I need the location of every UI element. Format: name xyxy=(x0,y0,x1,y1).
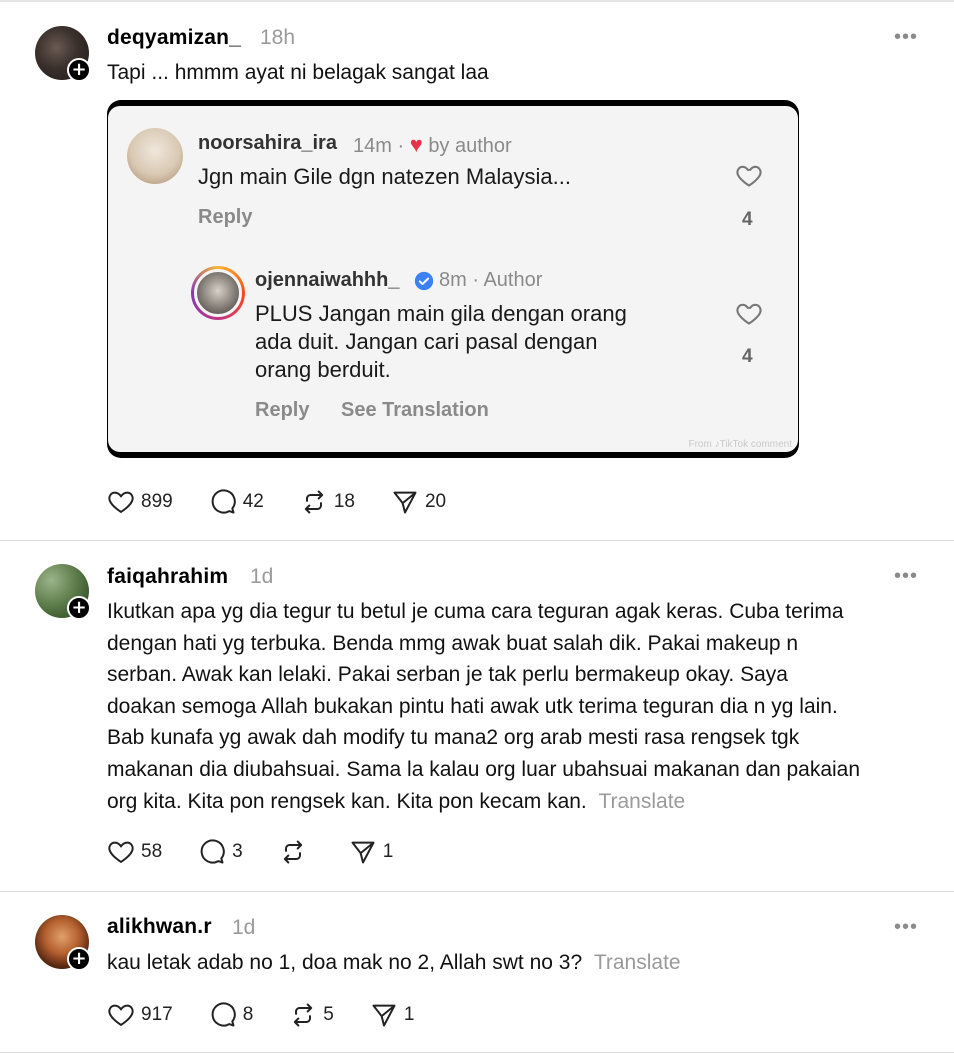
post-actions: 917 8 5 1 xyxy=(107,1000,450,1030)
follow-plus-icon[interactable]: + xyxy=(67,596,91,620)
post-text-line: serban. Awak kan lelaki. Pakai serban je… xyxy=(107,663,788,687)
commenter-avatar xyxy=(127,128,183,184)
reply-heart-icon xyxy=(736,303,762,325)
comment-time: 14m · xyxy=(353,135,405,157)
heart-icon xyxy=(108,491,134,514)
comment-count: 3 xyxy=(232,841,243,862)
comment-text: Jgn main Gile dgn natezen Malaysia... xyxy=(198,164,571,189)
comment-button[interactable]: 42 xyxy=(209,488,264,516)
comment-meta: 14m · ♥ by author xyxy=(353,132,512,158)
username[interactable]: deqyamizan_ xyxy=(107,26,241,50)
share-count: 20 xyxy=(424,491,447,512)
post-text-line: org kita. Kita pon rengsek kan. Kita pon… xyxy=(107,789,587,813)
like-button[interactable]: 899 xyxy=(107,488,173,516)
post-text-line: dengan hati yg terbuka. Benda mmg awak b… xyxy=(107,631,799,655)
comment-icon xyxy=(211,1002,236,1027)
liked-by-author-heart-icon: ♥ xyxy=(409,132,423,157)
comment-reply-link: Reply xyxy=(198,206,253,228)
like-button[interactable]: 58 xyxy=(107,838,162,866)
liked-by-author-label: by author xyxy=(428,135,512,157)
more-options-icon[interactable]: ••• xyxy=(894,27,918,47)
more-options-icon[interactable]: ••• xyxy=(894,566,918,586)
heart-icon xyxy=(108,841,134,864)
reply-meta: 8m · Author xyxy=(439,269,543,291)
post-text-line-last: org kita. Kita pon rengsek kan. Kita pon… xyxy=(107,786,927,818)
comment-button[interactable]: 3 xyxy=(198,838,243,866)
repost-count: 18 xyxy=(333,491,355,512)
tiktok-watermark: From ♪TikTok comment xyxy=(688,439,792,450)
reply-username: ojennaiwahhh_ xyxy=(255,269,400,291)
reply-text-line: ada duit. Jangan cari pasal dengan xyxy=(255,329,598,354)
more-options-icon[interactable]: ••• xyxy=(894,917,918,937)
post-text-content: kau letak adab no 1, doa mak no 2, Allah… xyxy=(107,951,583,974)
reply-text-line: orang berduit. xyxy=(255,357,391,382)
post-time: 1d xyxy=(250,565,274,588)
comment-icon xyxy=(200,839,225,864)
repost-count: 5 xyxy=(323,1004,334,1025)
comment-button[interactable]: 8 xyxy=(209,1001,254,1029)
post-text-line: makanan dia diubahsuai. Sama la kalau or… xyxy=(107,757,861,781)
share-button[interactable]: 1 xyxy=(370,1001,415,1029)
heart-icon xyxy=(108,1004,134,1027)
post-deqyamizan: + deqyamizan_ 18h ••• Tapi ... hmmm ayat… xyxy=(0,0,954,540)
post-text-line: doakan semoga Allah bukakan pintu hati a… xyxy=(107,694,838,718)
post-faiqahrahim: + faiqahrahim 1d ••• Ikutkan apa yg dia … xyxy=(0,541,954,891)
reply-text: PLUS Jangan main gila dengan orang ada d… xyxy=(255,300,627,384)
repost-icon xyxy=(283,840,302,864)
translate-link[interactable]: Translate xyxy=(594,951,681,974)
comment-icon xyxy=(211,489,236,514)
share-count: 1 xyxy=(382,841,394,862)
repost-button[interactable]: 18 xyxy=(300,488,355,516)
post-text: Ikutkan apa yg dia tegur tu betul je cum… xyxy=(107,596,927,817)
username[interactable]: alikhwan.r xyxy=(107,915,212,939)
post-text-line: Bab kunafa yg awak dah modify tu mana2 o… xyxy=(107,726,800,750)
repost-button[interactable]: 5 xyxy=(289,1001,334,1029)
comment-username: noorsahira_ira xyxy=(198,132,337,154)
post-divider xyxy=(0,1052,954,1053)
embedded-screenshot[interactable]: noorsahira_ira 14m · ♥ by author Jgn mai… xyxy=(107,100,799,458)
reply-avatar-image xyxy=(194,269,242,317)
comment-like-count: 4 xyxy=(742,209,753,230)
share-button[interactable]: 1 xyxy=(349,838,394,866)
post-time: 18h xyxy=(260,26,296,49)
see-translation-link: See Translation xyxy=(341,399,489,421)
reply-text-line: PLUS Jangan main gila dengan orang xyxy=(255,301,627,326)
follow-plus-icon[interactable]: + xyxy=(67,947,91,971)
comment-count: 42 xyxy=(242,491,264,512)
screenshot-content: noorsahira_ira 14m · ♥ by author Jgn mai… xyxy=(108,106,798,452)
like-count: 899 xyxy=(141,491,173,512)
username[interactable]: faiqahrahim xyxy=(107,565,228,589)
post-alikhwan: + alikhwan.r 1d ••• kau letak adab no 1,… xyxy=(0,892,954,1054)
follow-plus-icon[interactable]: + xyxy=(67,58,91,82)
like-count: 58 xyxy=(141,841,163,862)
like-button[interactable]: 917 xyxy=(107,1001,173,1029)
post-actions: 899 42 18 20 xyxy=(107,487,482,517)
like-count: 917 xyxy=(141,1004,173,1025)
share-count: 1 xyxy=(403,1004,415,1025)
send-icon xyxy=(351,841,375,864)
reply-reply-link: Reply xyxy=(255,399,310,421)
post-text: kau letak adab no 1, doa mak no 2, Allah… xyxy=(107,947,927,979)
repost-button[interactable] xyxy=(279,838,313,866)
send-icon xyxy=(393,491,417,514)
post-actions: 58 3 1 xyxy=(107,837,429,867)
repost-icon xyxy=(294,1003,313,1027)
verified-badge-icon xyxy=(414,271,434,291)
post-text-line: Ikutkan apa yg dia tegur tu betul je cum… xyxy=(107,600,844,623)
reply-avatar xyxy=(191,266,245,320)
comment-count: 8 xyxy=(242,1004,254,1025)
translate-link[interactable]: Translate xyxy=(598,790,685,813)
share-button[interactable]: 20 xyxy=(391,488,446,516)
comment-heart-icon xyxy=(736,165,762,187)
send-icon xyxy=(372,1004,396,1027)
post-time: 1d xyxy=(232,916,256,939)
repost-icon xyxy=(304,490,324,514)
post-text: Tapi ... hmmm ayat ni belagak sangat laa xyxy=(107,61,489,84)
reply-like-count: 4 xyxy=(742,346,753,367)
